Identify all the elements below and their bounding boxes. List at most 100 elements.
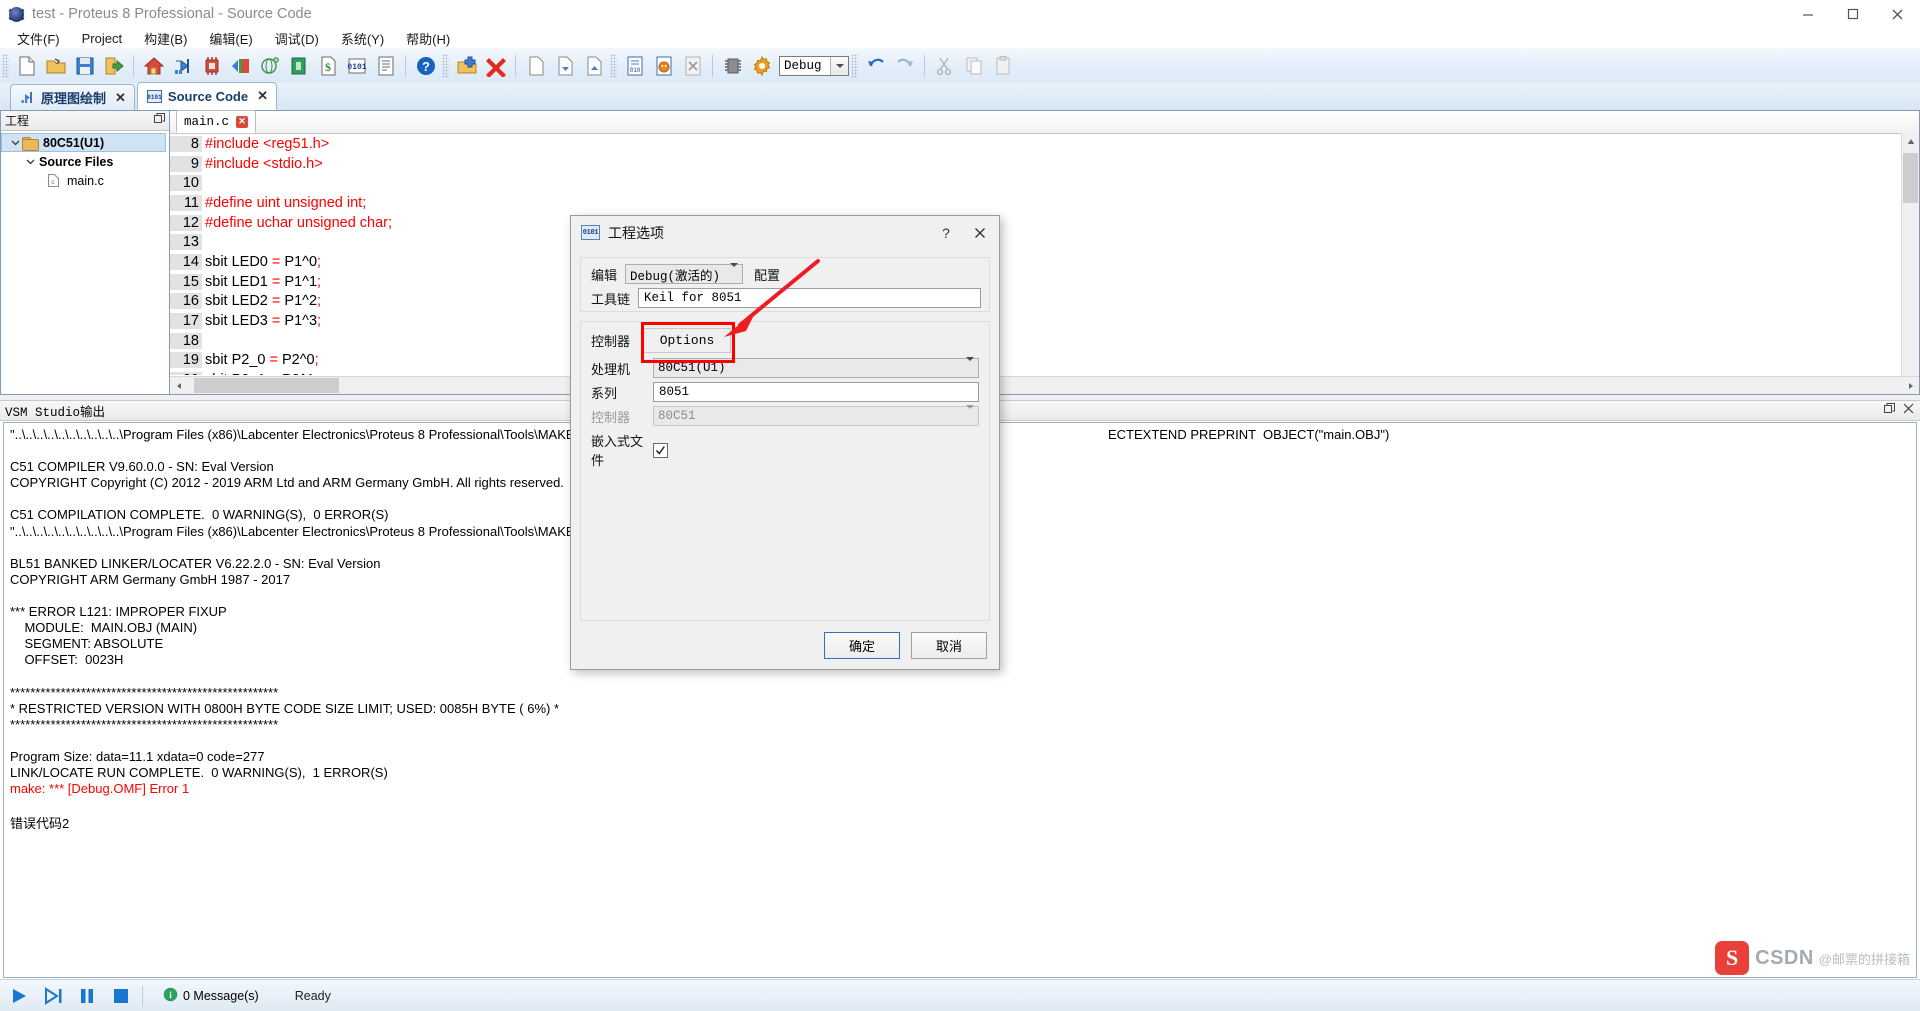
- import-page-icon[interactable]: [551, 52, 578, 79]
- ok-button[interactable]: 确定: [824, 632, 900, 659]
- 3d-view-icon[interactable]: [227, 52, 254, 79]
- build-project-icon[interactable]: [650, 52, 677, 79]
- scroll-track[interactable]: [187, 378, 1902, 393]
- toolbar-grip-3[interactable]: [610, 53, 617, 78]
- remove-files-icon[interactable]: [482, 52, 509, 79]
- gear-icon[interactable]: [748, 52, 775, 79]
- stop-icon[interactable]: [106, 983, 136, 1009]
- family-input[interactable]: 8051: [653, 382, 979, 402]
- bom-cost-icon[interactable]: $: [314, 52, 341, 79]
- chevron-down-icon[interactable]: [23, 157, 37, 166]
- ic-design-icon[interactable]: [285, 52, 312, 79]
- tree-node-main-c[interactable]: c main.c: [1, 171, 169, 190]
- globe-icon[interactable]: [256, 52, 283, 79]
- help-button[interactable]: ?: [931, 219, 961, 247]
- menu-file[interactable]: 文件(F): [6, 28, 71, 49]
- code-text: sbit LED3 = P1^3;: [205, 313, 322, 330]
- editor-tab-main-c[interactable]: main.c ✕: [176, 110, 257, 133]
- menu-edit[interactable]: 编辑(E): [198, 28, 263, 49]
- minimize-button[interactable]: [1785, 0, 1830, 28]
- add-files-icon[interactable]: [453, 52, 480, 79]
- svg-text:c: c: [51, 179, 55, 186]
- editor-vertical-scrollbar[interactable]: [1901, 133, 1919, 377]
- blank-page-icon[interactable]: [522, 52, 549, 79]
- dock-icon[interactable]: [1884, 403, 1895, 418]
- scroll-thumb[interactable]: [1903, 153, 1918, 203]
- copy-icon[interactable]: [960, 52, 987, 79]
- chip-icon[interactable]: [719, 52, 746, 79]
- dock-icon[interactable]: [154, 113, 165, 128]
- tree-node-80c51[interactable]: 80C51(U1): [1, 133, 166, 152]
- toolbar-grip-4[interactable]: [851, 53, 858, 78]
- editor-horizontal-scrollbar[interactable]: [170, 376, 1919, 394]
- dialog-title-bar: 0101 工程选项 ?: [571, 216, 999, 249]
- report-icon[interactable]: [372, 52, 399, 79]
- chevron-down-icon[interactable]: [830, 56, 848, 75]
- build-config-select[interactable]: Debug: [779, 55, 849, 76]
- chevron-down-icon[interactable]: [8, 138, 22, 147]
- menu-build[interactable]: 构建(B): [133, 28, 198, 49]
- play-icon[interactable]: [4, 983, 34, 1009]
- clean-icon[interactable]: [679, 52, 706, 79]
- export-page-icon[interactable]: [580, 52, 607, 79]
- undo-icon[interactable]: [862, 52, 889, 79]
- tab-schematic[interactable]: 原理图绘制 ✕: [10, 84, 135, 110]
- scroll-left-icon[interactable]: [170, 378, 187, 394]
- cut-icon[interactable]: [931, 52, 958, 79]
- dialog-close-button[interactable]: [961, 219, 999, 247]
- code-line: 20sbit P2_1 = P2^1;: [170, 370, 1919, 375]
- toolbar-grip-1[interactable]: [2, 53, 9, 78]
- close-icon[interactable]: ✕: [115, 90, 126, 106]
- source-code-icon: 0101: [581, 225, 600, 240]
- scroll-thumb[interactable]: [194, 378, 339, 393]
- pcb-icon[interactable]: [198, 52, 225, 79]
- help-icon[interactable]: ?: [412, 52, 439, 79]
- source-code-icon[interactable]: 0101: [343, 52, 370, 79]
- svg-text:010: 010: [629, 67, 640, 74]
- toolchain-input[interactable]: Keil for 8051: [638, 288, 981, 308]
- controller-label: 控制器: [591, 409, 631, 425]
- schematic-icon[interactable]: [169, 52, 196, 79]
- embed-files-checkbox[interactable]: [653, 442, 668, 458]
- close-icon[interactable]: ✕: [257, 88, 268, 104]
- project-options-dialog: 0101 工程选项 ? 编辑 Debug(激活的) 配置 工具链 Keil fo…: [570, 215, 1000, 670]
- save-icon[interactable]: [71, 52, 98, 79]
- home-icon[interactable]: [140, 52, 167, 79]
- cancel-button[interactable]: 取消: [911, 632, 987, 659]
- window-title: test - Proteus 8 Professional - Source C…: [32, 6, 312, 22]
- scroll-right-icon[interactable]: [1902, 378, 1919, 394]
- code-line: 16 sbit LED2 = P1^2;: [170, 292, 1919, 312]
- close-button[interactable]: [1875, 0, 1920, 28]
- schematic-icon: [20, 90, 35, 105]
- code-editor-panel: main.c ✕ 8 #include <reg51.h> 9 #include <s…: [170, 110, 1920, 395]
- tree-node-source-files[interactable]: Source Files: [1, 152, 169, 171]
- maximize-button[interactable]: [1830, 0, 1875, 28]
- step-icon[interactable]: [38, 983, 68, 1009]
- compile-icon[interactable]: 010: [621, 52, 648, 79]
- menu-debug[interactable]: 调试(D): [264, 28, 330, 49]
- menu-project[interactable]: Project: [71, 30, 133, 47]
- paste-icon[interactable]: [989, 52, 1016, 79]
- new-file-icon[interactable]: [13, 52, 40, 79]
- close-icon[interactable]: ✕: [236, 115, 249, 128]
- tab-source-code[interactable]: 0101 Source Code ✕: [136, 82, 278, 110]
- code-area[interactable]: 8 #include <reg51.h> 9 #include <stdio.h> 10…: [170, 134, 1919, 375]
- pause-icon[interactable]: [72, 983, 102, 1009]
- close-icon[interactable]: [1903, 403, 1914, 418]
- dialog-action-buttons: 确定 取消: [813, 632, 987, 659]
- chevron-down-icon[interactable]: [966, 357, 974, 375]
- exit-icon[interactable]: [100, 52, 127, 79]
- menu-help[interactable]: 帮助(H): [395, 28, 461, 49]
- code-text: #include <stdio.h>: [205, 155, 323, 172]
- open-folder-icon[interactable]: [42, 52, 69, 79]
- toolbar-grip-2[interactable]: [442, 53, 449, 78]
- chevron-down-icon[interactable]: [730, 263, 739, 281]
- menu-system[interactable]: 系统(Y): [330, 28, 395, 49]
- scroll-up-icon[interactable]: [1902, 133, 1919, 150]
- message-count-label: 0 Message(s): [183, 988, 259, 1003]
- dialog-tab-panel: 控制器 Options 处理机 80C51(U1) 系列 8051 控制器 80…: [580, 321, 990, 621]
- edit-config-select[interactable]: Debug(激活的): [625, 263, 744, 284]
- redo-icon[interactable]: [891, 52, 918, 79]
- edit-label: 编辑: [591, 267, 618, 283]
- message-count-indicator[interactable]: i 0 Message(s): [163, 987, 259, 1005]
